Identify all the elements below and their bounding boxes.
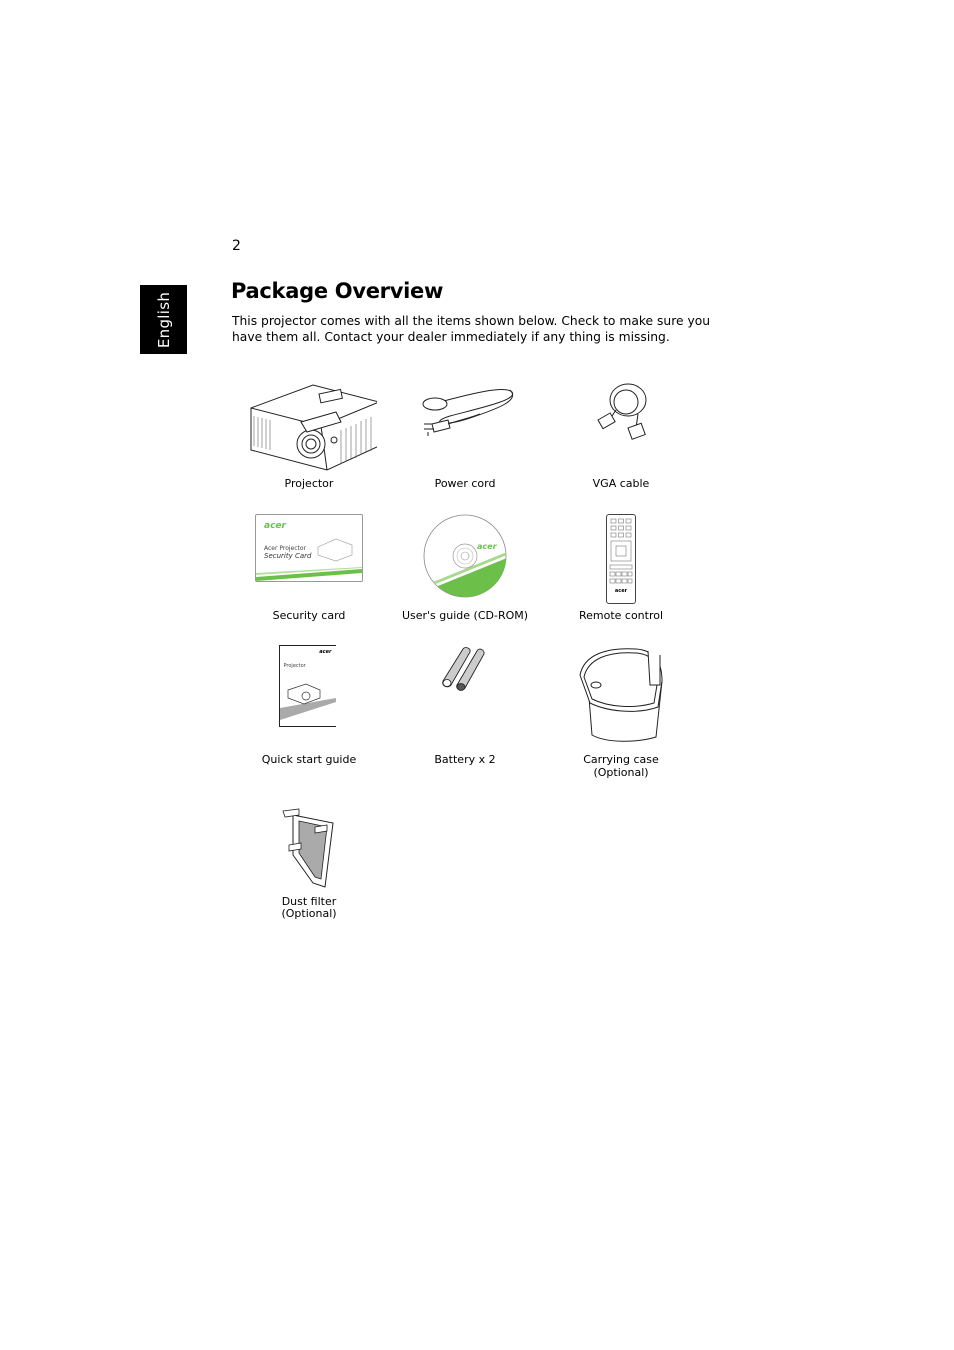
language-tab-label: English — [154, 291, 173, 348]
page-title: Package Overview — [231, 279, 444, 303]
item-label: Battery x 2 — [434, 753, 496, 766]
item-label: VGA cable — [592, 477, 650, 490]
item-label: User's guide (CD-ROM) — [401, 609, 529, 622]
item-label: Power cord — [434, 477, 496, 490]
remote-brand-logo: acer — [614, 588, 628, 594]
item-sublabel: (Optional) — [593, 766, 649, 779]
item-label: Quick start guide — [261, 753, 357, 766]
projector-icon — [241, 380, 377, 475]
remote-control-icon: acer — [606, 514, 636, 604]
package-item-power-cord: Power cord — [390, 380, 540, 495]
carrying-case-icon — [576, 645, 666, 745]
item-label: Remote control — [578, 609, 664, 622]
vga-cable-icon — [586, 380, 656, 445]
quick-start-guide-icon: acer Projector — [278, 645, 336, 727]
cd-rom-icon: acer — [423, 514, 507, 598]
battery-icon — [437, 645, 493, 691]
package-item-cd-rom: acer User's guide (CD-ROM) — [390, 514, 540, 629]
package-item-carrying-case: Carrying case (Optional) — [546, 645, 696, 780]
item-sublabel: (Optional) — [281, 907, 337, 920]
package-item-security-card: acer Acer Projector Security Card Securi… — [234, 514, 384, 629]
item-label: Security card — [272, 609, 346, 622]
package-item-quick-start-guide: acer Projector Quick start guide — [234, 645, 384, 775]
package-item-dust-filter: Dust filter (Optional) — [234, 805, 384, 925]
power-cord-icon — [410, 380, 520, 440]
package-item-projector: Projector — [234, 380, 384, 495]
intro-paragraph: This projector comes with all the items … — [232, 314, 711, 344]
package-item-remote-control: acer Remote control — [546, 514, 696, 629]
language-tab: English — [140, 285, 187, 354]
dust-filter-icon — [279, 805, 339, 890]
disc-brand-logo: acer — [477, 542, 497, 551]
page-number: 2 — [232, 238, 241, 254]
security-card-icon: acer Acer Projector Security Card — [255, 514, 363, 582]
package-item-vga-cable: VGA cable — [546, 380, 696, 495]
item-label: Carrying case — [583, 753, 659, 766]
package-item-battery: Battery x 2 — [390, 645, 540, 775]
item-label: Projector — [284, 477, 334, 490]
